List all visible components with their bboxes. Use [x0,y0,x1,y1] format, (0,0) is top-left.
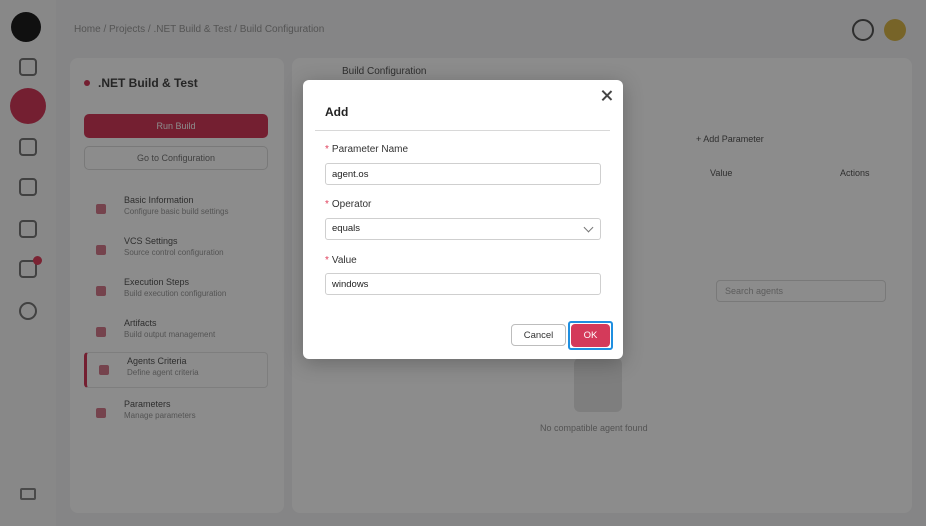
operator-selected-value: equals [332,223,360,234]
ok-button[interactable]: OK [571,324,610,347]
operator-label: * Operator [325,199,372,210]
parameter-name-label: * Parameter Name [325,144,409,155]
value-input[interactable] [325,273,601,295]
cancel-button[interactable]: Cancel [511,324,566,346]
required-mark: * [325,144,329,155]
dialog-title: Add [325,105,349,119]
add-parameter-dialog: Add *Parameter Name *Operator equals *Va… [303,80,623,359]
parameter-name-input[interactable] [325,163,601,185]
close-icon[interactable] [599,88,615,104]
value-label: * Value [325,255,357,266]
operator-select[interactable]: equals [325,218,601,240]
dialog-divider [315,130,610,131]
required-mark: * [325,199,329,210]
required-mark: * [325,255,329,266]
chevron-down-icon [583,222,594,233]
